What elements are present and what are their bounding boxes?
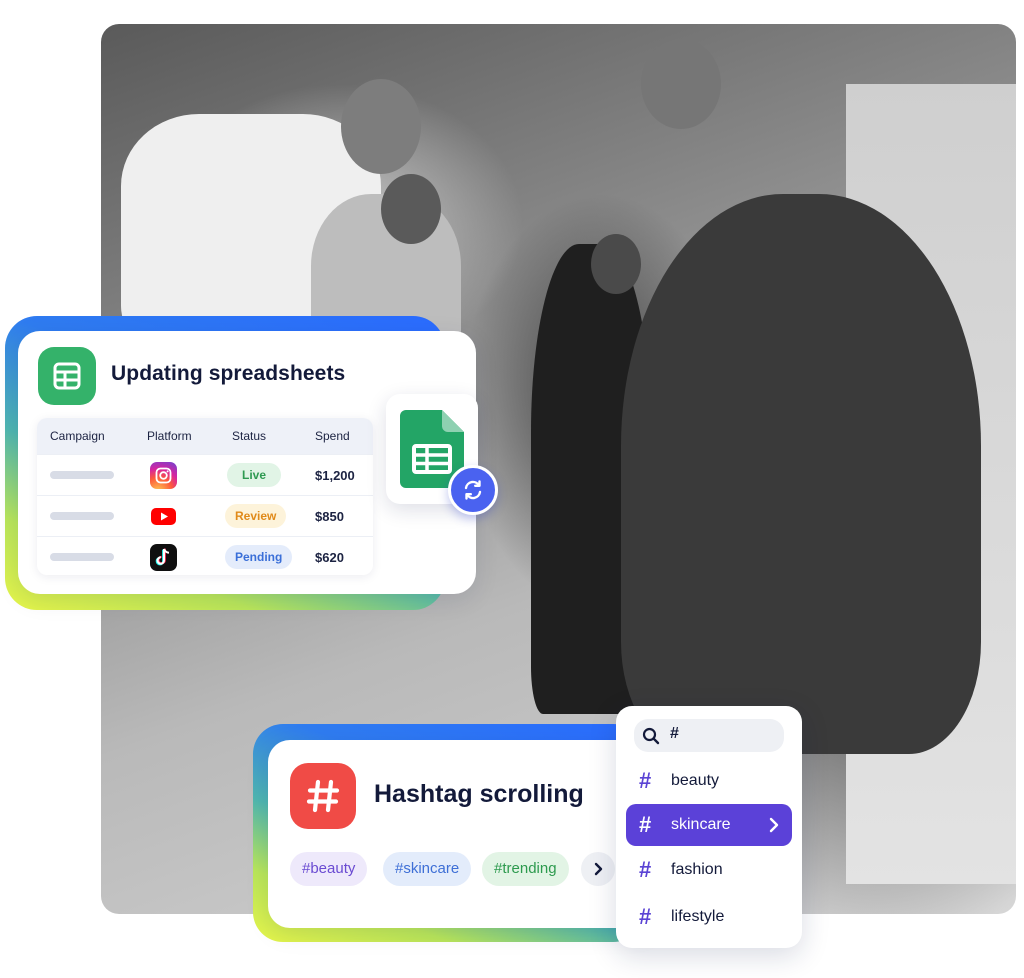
hashtag-chip-skincare[interactable]: #skincare (383, 852, 472, 886)
campaign-placeholder-bar (50, 512, 114, 520)
hashtag-card-title: Hashtag scrolling (374, 780, 584, 808)
dropdown-item-fashion[interactable]: # fashion (626, 849, 792, 891)
dropdown-item-label: lifestyle (671, 908, 725, 925)
column-header-spend: Spend (315, 429, 350, 443)
search-icon (642, 727, 660, 745)
column-header-campaign: Campaign (50, 429, 105, 443)
dropdown-item-beauty[interactable]: # beauty (626, 760, 792, 802)
spreadsheet-card-title: Updating spreadsheets (111, 362, 346, 385)
status-badge: Pending (225, 545, 293, 569)
dropdown-item-lifestyle[interactable]: # lifestyle (626, 896, 792, 938)
dropdown-item-label: beauty (671, 772, 720, 789)
table-row[interactable]: Pending $620 (37, 536, 373, 575)
column-header-platform: Platform (147, 429, 192, 443)
sync-icon (448, 465, 498, 515)
hashtag-chip-beauty[interactable]: #beauty (290, 852, 368, 886)
dropdown-item-skincare[interactable]: # skincare (626, 804, 792, 846)
spend-value: $620 (315, 550, 344, 565)
campaign-table: Campaign Platform Status Spend Live $1,2… (37, 418, 373, 575)
hashtag-icon: # (639, 768, 652, 793)
dropdown-item-label: skincare (671, 816, 731, 833)
spend-value: $850 (315, 509, 344, 524)
campaign-placeholder-bar (50, 553, 114, 561)
spend-value: $1,200 (315, 468, 355, 483)
dropdown-item-label: fashion (671, 861, 723, 878)
tiktok-icon (150, 544, 177, 571)
youtube-icon (150, 503, 177, 530)
search-query: # (670, 725, 679, 742)
hashtag-app-icon (290, 763, 356, 829)
column-header-status: Status (232, 429, 267, 443)
hashtag-icon: # (639, 904, 652, 929)
status-badge: Review (225, 504, 287, 528)
chevron-right-icon (769, 817, 779, 833)
instagram-icon (150, 462, 177, 489)
chevron-right-icon (594, 862, 603, 876)
table-row[interactable]: Review $850 (37, 495, 373, 536)
table-header: Campaign Platform Status Spend (37, 418, 373, 454)
scroll-tags-button[interactable] (581, 852, 615, 886)
campaign-placeholder-bar (50, 471, 114, 479)
hashtag-icon: # (639, 857, 652, 882)
status-badge: Live (227, 463, 282, 487)
hashtag-chip-trending[interactable]: #trending (482, 852, 569, 886)
hashtag-icon: # (639, 812, 652, 837)
table-row[interactable]: Live $1,200 (37, 454, 373, 495)
spreadsheet-app-icon (38, 347, 96, 405)
